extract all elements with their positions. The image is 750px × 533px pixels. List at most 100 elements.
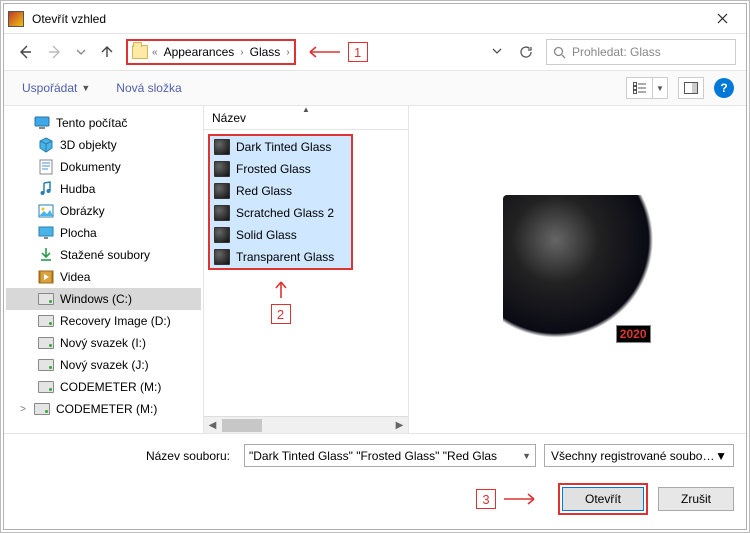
address-dropdown-button[interactable] — [488, 45, 506, 59]
nav-tree-label: Recovery Image (D:) — [60, 314, 171, 328]
file-item-label: Red Glass — [236, 184, 292, 198]
scroll-right-button[interactable]: ▶ — [391, 417, 408, 434]
appearance-file-icon — [214, 183, 230, 199]
window-title: Otevřít vzhled — [32, 12, 702, 26]
nav-tree-label: Dokumenty — [60, 160, 121, 174]
callout-1: 1 — [348, 42, 368, 62]
scroll-thumb[interactable] — [222, 419, 262, 432]
file-selection-callout-box: Dark Tinted GlassFrosted Glass Red Glass S… — [208, 134, 353, 270]
file-item[interactable]: Red Glass — [210, 180, 351, 202]
nav-tree-item[interactable]: Hudba — [6, 178, 201, 200]
recent-locations-button[interactable] — [74, 41, 88, 63]
filename-row: Název souboru: "Dark Tinted Glass" "Fros… — [4, 433, 746, 477]
file-item[interactable]: Solid Glass — [210, 224, 351, 246]
file-item-label: Transparent Glass — [236, 250, 334, 264]
nav-tree-item[interactable]: Nový svazek (J:) — [6, 354, 201, 376]
horizontal-scrollbar[interactable]: ◀ ▶ — [204, 416, 408, 433]
nav-back-button[interactable] — [14, 41, 36, 63]
search-input[interactable]: Prohledat: Glass — [546, 39, 736, 65]
appearance-file-icon — [214, 205, 230, 221]
drive-icon — [38, 335, 54, 351]
view-mode-dropdown[interactable]: ▼ — [652, 77, 668, 99]
cancel-button[interactable]: Zrušit — [658, 487, 734, 511]
nav-tree-label: Windows (C:) — [60, 292, 132, 306]
close-button[interactable] — [702, 5, 742, 33]
nav-tree-item[interactable]: Windows (C:) — [6, 288, 201, 310]
open-button-callout-box: Otevřít — [558, 483, 648, 515]
nav-tree-item[interactable]: Obrázky — [6, 200, 201, 222]
nav-tree-item[interactable]: Dokumenty — [6, 156, 201, 178]
app-icon — [8, 11, 24, 27]
nav-tree-item[interactable]: Tento počítač — [6, 112, 201, 134]
drive-icon — [38, 357, 54, 373]
nav-forward-button[interactable] — [44, 41, 66, 63]
nav-tree-item[interactable]: CODEMETER (M:) — [6, 376, 201, 398]
chevron-right-icon: › — [240, 47, 243, 58]
nav-up-button[interactable] — [96, 41, 118, 63]
open-button[interactable]: Otevřít — [562, 487, 644, 511]
file-item[interactable]: Transparent Glass — [210, 246, 351, 268]
nav-tree-item[interactable]: Nový svazek (I:) — [6, 332, 201, 354]
file-item[interactable]: Frosted Glass — [210, 158, 351, 180]
file-type-filter[interactable]: Všechny registrované soubory v ▼ — [544, 444, 734, 467]
nav-tree-label: Obrázky — [60, 204, 105, 218]
search-placeholder: Prohledat: Glass — [572, 45, 661, 59]
chevron-right-icon: › — [286, 47, 289, 58]
videos-icon — [38, 269, 54, 285]
chevron-down-icon[interactable]: ▼ — [715, 449, 727, 463]
refresh-button[interactable] — [514, 40, 538, 64]
nav-tree-item[interactable]: >CODEMETER (M:) — [6, 398, 201, 420]
pics-icon — [38, 203, 54, 219]
file-item-label: Solid Glass — [236, 228, 297, 242]
nav-tree-item[interactable]: 3D objekty — [6, 134, 201, 156]
nav-tree-label: 3D objekty — [60, 138, 117, 152]
appearance-file-icon — [214, 161, 230, 177]
drive-icon — [38, 291, 54, 307]
open-dialog: Otevřít vzhled « Appearances › Glass › — [3, 3, 747, 530]
organize-menu[interactable]: Uspořádat ▼ — [16, 77, 96, 99]
help-button[interactable]: ? — [714, 78, 734, 98]
callout-arrow-3 — [504, 492, 540, 506]
column-header-name[interactable]: ▲ Název — [204, 106, 408, 130]
nav-tree-item[interactable]: Recovery Image (D:) — [6, 310, 201, 332]
file-item[interactable]: Dark Tinted Glass — [210, 136, 351, 158]
nav-tree-label: Nový svazek (J:) — [60, 358, 149, 372]
nav-tree[interactable]: Tento počítač 3D objekty Dokumenty Hudba Obr… — [4, 106, 204, 433]
pc-icon — [34, 115, 50, 131]
new-folder-button[interactable]: Nová složka — [110, 77, 187, 99]
scroll-left-button[interactable]: ◀ — [204, 417, 221, 434]
preview-thumbnail: 2020 — [503, 195, 653, 345]
breadcrumb-item-1[interactable]: Glass — [248, 45, 283, 59]
nav-tree-label: CODEMETER (M:) — [60, 380, 161, 394]
filename-input[interactable]: "Dark Tinted Glass" "Frosted Glass" "Red… — [244, 444, 536, 467]
drive-icon — [38, 313, 54, 329]
drive-icon — [34, 401, 50, 417]
preview-toggle-button[interactable] — [678, 77, 704, 99]
chevron-down-icon[interactable]: ▼ — [518, 451, 531, 461]
preview-badge: 2020 — [616, 325, 651, 343]
docs-icon — [38, 159, 54, 175]
appearance-file-icon — [214, 249, 230, 265]
callout-2: 2 — [271, 304, 291, 324]
nav-tree-item[interactable]: Plocha — [6, 222, 201, 244]
breadcrumb-item-0[interactable]: Appearances — [162, 45, 237, 59]
nav-tree-item[interactable]: Videa — [6, 266, 201, 288]
music-icon — [38, 181, 54, 197]
file-item-label: Scratched Glass 2 — [236, 206, 334, 220]
nav-tree-item[interactable]: Stažené soubory — [6, 244, 201, 266]
downloads-icon — [38, 247, 54, 263]
appearance-file-icon — [214, 227, 230, 243]
nav-tree-label: Tento počítač — [56, 116, 127, 130]
file-item[interactable]: Scratched Glass 2 — [210, 202, 351, 224]
view-mode-button[interactable] — [626, 77, 652, 99]
nav-row: « Appearances › Glass › 1 Prohledat: Gla… — [4, 34, 746, 70]
preview-pane: 2020 — [409, 106, 746, 433]
3d-icon — [38, 137, 54, 153]
button-row: 3 Otevřít Zrušit — [4, 477, 746, 529]
nav-tree-label: Stažené soubory — [60, 248, 150, 262]
desktop-icon — [38, 225, 54, 241]
callout-arrow-1 — [304, 45, 340, 59]
nav-tree-label: Nový svazek (I:) — [60, 336, 146, 350]
breadcrumb[interactable]: « Appearances › Glass › — [126, 39, 296, 65]
chevron-down-icon: ▼ — [656, 84, 664, 93]
